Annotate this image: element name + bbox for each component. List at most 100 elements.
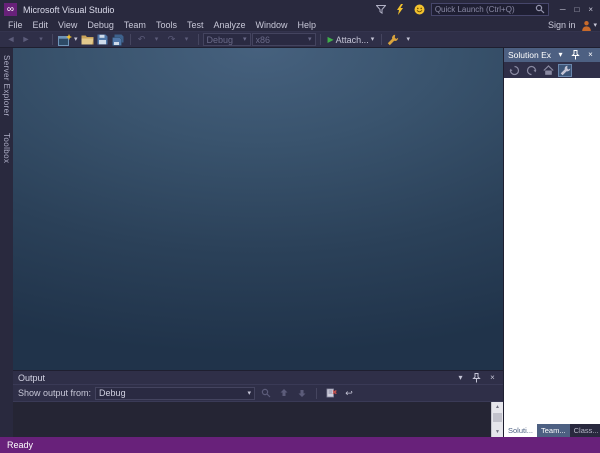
menu-bar: File Edit View Debug Team Tools Test Ana… (0, 19, 600, 31)
previous-message-button[interactable] (277, 386, 291, 400)
quick-launch-placeholder: Quick Launch (Ctrl+Q) (434, 5, 515, 14)
menu-team[interactable]: Team (119, 19, 151, 31)
se-properties-wrench-icon[interactable] (558, 63, 572, 77)
menu-window[interactable]: Window (251, 19, 293, 31)
profile-chevron-down-icon[interactable]: ▾ (593, 22, 597, 29)
chevron-down-icon: ▾ (247, 389, 252, 397)
solution-configuration-value: Debug (206, 34, 234, 45)
output-panel: Output ▾ × Show output from: Debug ▾ ↩ ▲… (13, 370, 503, 437)
search-icon (535, 4, 545, 16)
output-panel-title: Output (18, 372, 46, 383)
solution-explorer-header[interactable]: Solution Explorer ▾ × (504, 48, 600, 62)
next-message-button[interactable] (295, 386, 309, 400)
user-profile-icon[interactable] (579, 19, 593, 31)
quick-launch-input[interactable]: Quick Launch (Ctrl+Q) (430, 3, 549, 16)
menu-debug[interactable]: Debug (82, 19, 119, 31)
se-home-icon[interactable] (541, 64, 555, 77)
output-window-position-chevron-down-icon[interactable]: ▾ (455, 372, 466, 383)
undo-chevron-down-icon[interactable]: ▾ (150, 33, 164, 47)
menu-analyze[interactable]: Analyze (208, 19, 250, 31)
toolbar-separator (129, 34, 131, 45)
visual-studio-window: ∞ Microsoft Visual Studio Quick Launch (… (0, 0, 600, 453)
se-pin-icon[interactable] (570, 50, 581, 61)
toolbar-separator (316, 387, 318, 399)
lightning-icon[interactable] (393, 3, 408, 17)
chevron-down-icon: ▾ (243, 36, 247, 43)
navigate-back-button[interactable]: ◄ (4, 33, 18, 47)
show-output-from-select[interactable]: Debug ▾ (95, 386, 256, 400)
toolbar-separator (381, 34, 383, 45)
scroll-up-icon[interactable]: ▲ (492, 402, 503, 412)
output-vertical-scrollbar[interactable]: ▲ ▼ (491, 402, 503, 437)
solution-configurations-select[interactable]: Debug ▾ (202, 33, 251, 46)
close-button[interactable]: × (588, 5, 593, 14)
chevron-down-icon: ▾ (308, 36, 312, 43)
output-text-area[interactable] (13, 402, 491, 437)
menu-test[interactable]: Test (182, 19, 209, 31)
solution-explorer-panel: Solution Explorer ▾ × (503, 48, 600, 437)
toggle-word-wrap-button[interactable]: ↩ (342, 386, 356, 400)
attach-button[interactable]: ▶ Attach... ▾ (325, 33, 378, 47)
standard-toolbar: ◄ ► ▾ ▾ ↶ ▾ ↷ ▾ Debug ▾ x86 ▾ ▶ Attach..… (0, 31, 600, 47)
output-source-value: Debug (99, 388, 126, 398)
navigate-forward-button[interactable]: ► (19, 33, 33, 47)
show-output-from-label: Show output from: (18, 388, 92, 398)
tab-class-view[interactable]: Class... (570, 424, 600, 437)
new-project-button[interactable]: ▾ (57, 33, 79, 47)
tool-window-tabs: Soluti... Team... Class... (504, 424, 600, 437)
scroll-down-icon[interactable]: ▼ (492, 427, 503, 437)
save-button[interactable] (96, 33, 110, 47)
menu-view[interactable]: View (53, 19, 82, 31)
left-tab-strip: Server Explorer Toolbox (0, 48, 13, 437)
tab-team-explorer[interactable]: Team... (537, 424, 570, 437)
new-project-chevron-down-icon: ▾ (74, 36, 78, 43)
toolbar-options-chevron-down-icon[interactable]: ▾ (401, 33, 415, 47)
se-refresh-icon[interactable] (524, 64, 538, 77)
notifications-flag-icon[interactable] (374, 3, 389, 17)
se-collapse-all-icon[interactable] (507, 64, 521, 77)
output-pin-icon[interactable] (471, 372, 482, 383)
output-panel-header[interactable]: Output ▾ × (13, 371, 503, 384)
feedback-smiley-icon[interactable] (412, 3, 427, 17)
scrollbar-track[interactable] (492, 412, 503, 427)
solution-explorer-tree[interactable] (504, 78, 600, 424)
sidebar-tab-server-explorer[interactable]: Server Explorer (2, 55, 11, 117)
minimize-button[interactable]: ─ (560, 5, 566, 14)
menu-tools[interactable]: Tools (151, 19, 182, 31)
save-all-button[interactable] (111, 33, 126, 47)
output-toolbar: Show output from: Debug ▾ ↩ (13, 384, 503, 401)
sidebar-tab-toolbox[interactable]: Toolbox (2, 133, 11, 163)
find-message-button[interactable] (259, 386, 273, 400)
play-icon: ▶ (327, 34, 334, 44)
main-body: Server Explorer Toolbox Output ▾ × Show … (0, 47, 600, 437)
se-window-position-chevron-down-icon[interactable]: ▾ (555, 50, 566, 61)
se-close-icon[interactable]: × (585, 50, 596, 61)
nav-history-chevron-down-icon[interactable]: ▾ (34, 33, 48, 47)
center-column: Output ▾ × Show output from: Debug ▾ ↩ ▲… (13, 48, 503, 437)
menu-edit[interactable]: Edit (28, 19, 54, 31)
status-text: Ready (7, 440, 34, 450)
tools-wrench-button[interactable] (386, 33, 400, 47)
undo-button[interactable]: ↶ (135, 33, 149, 47)
maximize-button[interactable]: □ (574, 5, 579, 14)
document-workspace (13, 48, 503, 370)
sign-in-link[interactable]: Sign in (544, 20, 580, 30)
solution-platforms-select[interactable]: x86 ▾ (251, 33, 316, 46)
window-controls: ─ □ × (560, 5, 593, 14)
vs-logo-icon: ∞ (4, 3, 17, 16)
redo-button[interactable]: ↷ (165, 33, 179, 47)
output-close-icon[interactable]: × (487, 372, 498, 383)
menu-help[interactable]: Help (293, 19, 322, 31)
solution-platform-value: x86 (255, 34, 271, 45)
solution-explorer-title: Solution Explorer (508, 50, 551, 60)
title-bar[interactable]: ∞ Microsoft Visual Studio Quick Launch (… (0, 0, 600, 19)
output-content: ▲ ▼ (13, 401, 503, 437)
open-file-button[interactable] (80, 33, 95, 47)
scrollbar-thumb[interactable] (493, 413, 502, 422)
redo-chevron-down-icon[interactable]: ▾ (180, 33, 194, 47)
tab-solution-explorer[interactable]: Soluti... (504, 424, 538, 437)
toolbar-separator (319, 34, 321, 45)
clear-all-button[interactable] (324, 386, 338, 400)
menu-file[interactable]: File (3, 19, 28, 31)
window-title: Microsoft Visual Studio (23, 4, 115, 15)
